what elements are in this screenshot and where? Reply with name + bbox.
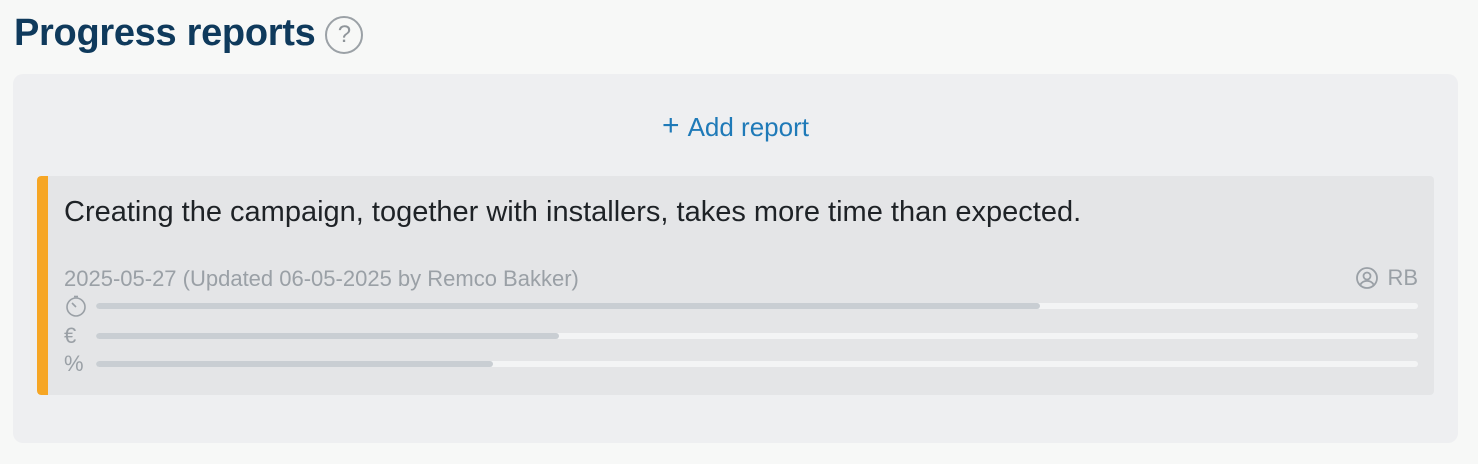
add-report-button[interactable]: + Add report — [13, 109, 1458, 143]
progress-reports-panel: + Add report Creating the campaign, toge… — [13, 74, 1458, 443]
page-title: Progress reports — [14, 12, 316, 54]
percent-icon: % — [64, 351, 84, 376]
time-progress-fill — [96, 303, 1040, 309]
budget-progress-row: € — [64, 323, 1418, 348]
report-text: Creating the campaign, together with ins… — [64, 196, 1082, 228]
budget-progress-fill — [96, 333, 559, 339]
user-initials: RB — [1387, 265, 1418, 290]
status-accent-bar — [37, 176, 48, 395]
user-circle-icon — [1356, 267, 1379, 289]
time-progress-row — [64, 294, 1418, 318]
header: Progress reports ? — [14, 12, 364, 55]
report-user: RB — [1355, 265, 1418, 291]
report-meta: 2025-05-27 (Updated 06-05-2025 by Remco … — [64, 266, 579, 291]
completion-progress-track — [96, 361, 1418, 367]
question-circle-icon[interactable]: ? — [325, 15, 364, 54]
report-card[interactable]: Creating the campaign, together with ins… — [37, 176, 1434, 395]
timer-icon — [64, 294, 90, 318]
time-progress-track — [96, 303, 1418, 309]
plus-icon: + — [662, 109, 680, 142]
completion-progress-fill — [96, 361, 493, 367]
euro-icon: € — [64, 323, 77, 348]
completion-progress-row: % — [64, 351, 1418, 376]
add-report-label: Add report — [687, 112, 809, 142]
budget-progress-track — [96, 333, 1418, 339]
